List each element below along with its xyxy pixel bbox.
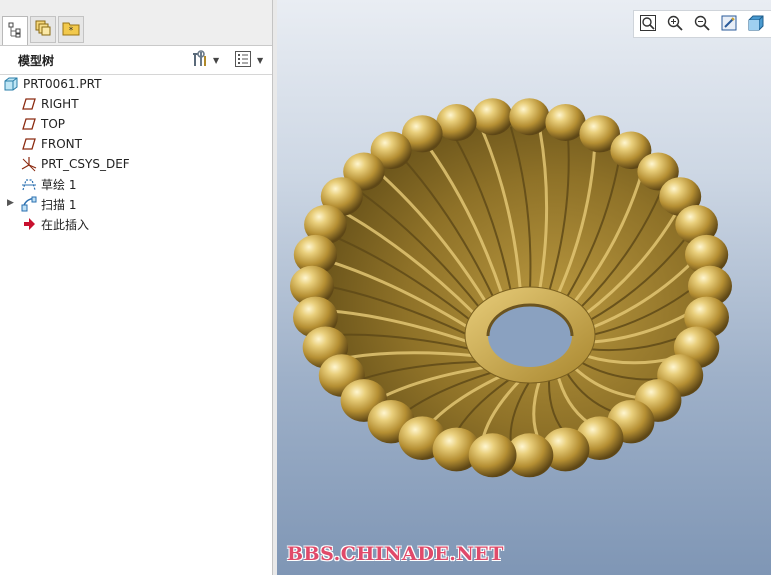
zoom-in-icon	[666, 14, 684, 35]
tree-item-top[interactable]: TOP	[21, 114, 65, 134]
part-cube-icon	[3, 76, 19, 92]
model-tree-tab[interactable]	[2, 16, 28, 45]
tree-item-label: PRT0061.PRT	[23, 77, 102, 91]
chevron-down-icon: ▼	[213, 55, 220, 65]
view-toolbar	[633, 10, 771, 38]
tree-item-label: PRT_CSYS_DEF	[41, 157, 130, 171]
tree-item-label: 扫描 1	[41, 197, 77, 212]
favorites-folder-tab-icon: *	[62, 19, 80, 40]
settings-tools-icon	[190, 49, 208, 71]
expand-arrow-icon[interactable]: ▶	[7, 198, 14, 208]
tree-columns-icon	[234, 50, 252, 71]
datum-plane-icon	[21, 136, 37, 152]
tree-item-right[interactable]: RIGHT	[21, 94, 79, 114]
insert-here-arrow-icon	[21, 216, 37, 232]
panel-title: 模型树	[18, 54, 55, 68]
tree-item-sweep[interactable]: ▶ 扫描 1	[7, 194, 77, 214]
refit-icon	[639, 14, 657, 35]
tree-item-label: 在此插入	[41, 217, 90, 232]
model-tree-header: 模型树 ▼ ▼	[0, 46, 272, 75]
rim-bead	[468, 433, 517, 478]
tree-item-sketch[interactable]: 草绘 1	[21, 174, 76, 194]
datum-plane-icon	[21, 96, 37, 112]
svg-text:*: *	[69, 26, 74, 36]
refit-button[interactable]	[634, 11, 661, 37]
tree-item-insert-here[interactable]: 在此插入	[21, 214, 89, 234]
tree-item-csys[interactable]: PRT_CSYS_DEF	[21, 154, 130, 174]
bowl-model-render	[290, 98, 732, 478]
tree-item-label: TOP	[41, 117, 66, 131]
tree-item-label: 草绘 1	[41, 177, 77, 192]
coordinate-system-icon	[21, 156, 37, 172]
tree-settings-button[interactable]: ▼	[190, 49, 220, 71]
sweep-feature-icon	[21, 196, 37, 212]
chevron-down-icon: ▼	[257, 55, 264, 65]
graphics-viewport[interactable]: BBS.CHINADE.NET	[277, 0, 771, 575]
rim-bead	[509, 98, 550, 136]
tree-root-item[interactable]: PRT0061.PRT	[3, 74, 101, 94]
layers-tab[interactable]	[30, 16, 56, 43]
layers-tab-icon	[34, 19, 52, 40]
repaint-icon	[720, 14, 738, 35]
display-style-icon	[747, 14, 765, 35]
favorites-tab[interactable]: *	[58, 16, 84, 43]
repaint-button[interactable]	[715, 11, 742, 37]
sketch-icon	[21, 176, 37, 192]
display-style-button[interactable]	[742, 11, 769, 37]
tree-item-label: RIGHT	[41, 97, 79, 111]
tree-item-label: FRONT	[41, 137, 82, 151]
model-tree-tab-icon	[7, 22, 23, 41]
zoom-in-button[interactable]	[661, 11, 688, 37]
tree-item-front[interactable]: FRONT	[21, 134, 82, 154]
navigator-panel: * 模型树 ▼ ▼ PRT0061.PRT RIGHT TOP FRONT PR…	[0, 0, 276, 575]
tree-columns-button[interactable]: ▼	[234, 50, 263, 70]
zoom-out-icon	[693, 14, 711, 35]
watermark-text: BBS.CHINADE.NET	[287, 543, 504, 565]
datum-plane-icon	[21, 116, 37, 132]
navigator-tab-bar: *	[0, 0, 272, 46]
zoom-out-button[interactable]	[688, 11, 715, 37]
rim-bead	[472, 98, 513, 136]
